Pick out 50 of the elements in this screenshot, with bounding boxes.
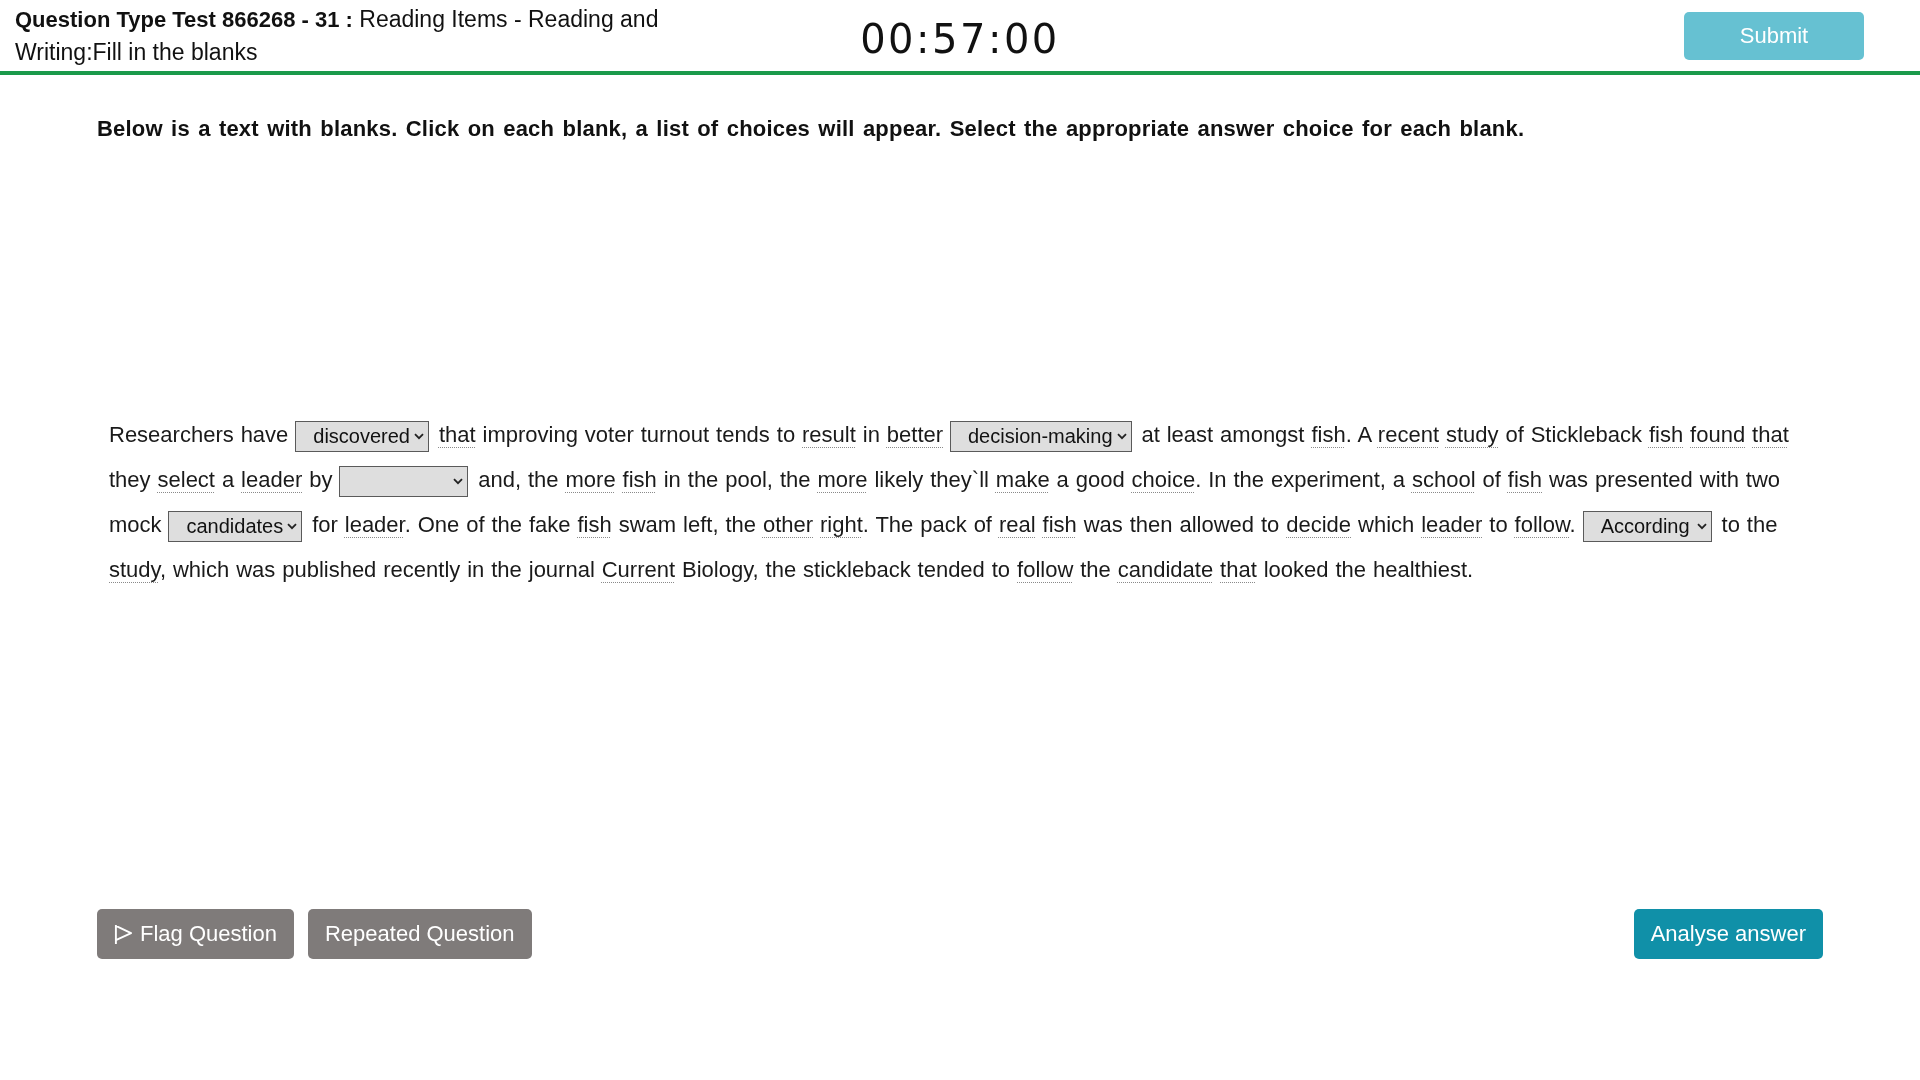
word-link[interactable]: follow — [1514, 512, 1570, 537]
caret-icon — [1696, 522, 1707, 530]
repeated-question-button[interactable]: Repeated Question — [307, 909, 532, 959]
word-link[interactable]: fish — [1311, 422, 1346, 447]
instruction-text: Below is a text with blanks. Click on each blank, a list of choices will appear. Select the appropriate answer choice for each blank. — [97, 115, 1526, 143]
word-link[interactable]: fish — [1042, 512, 1077, 537]
word-link[interactable]: more — [817, 467, 868, 492]
word-link[interactable]: that — [438, 422, 476, 447]
word-link[interactable]: study — [1445, 422, 1499, 447]
word-link[interactable]: candidate — [1117, 557, 1214, 582]
answer-dropdown[interactable]: According — [1582, 510, 1712, 542]
caret-icon — [453, 477, 464, 485]
word-link[interactable]: real — [998, 512, 1036, 537]
word-link[interactable]: select — [157, 467, 215, 492]
answer-dropdown[interactable] — [339, 465, 469, 497]
caret-icon — [414, 432, 424, 440]
word-link[interactable]: leader — [241, 467, 303, 492]
word-link[interactable]: that — [1752, 422, 1789, 447]
flag-question-button[interactable]: Flag Question — [97, 909, 294, 959]
word-link[interactable]: found — [1690, 422, 1746, 447]
word-link[interactable]: more — [565, 467, 616, 492]
passage-text: Researchers have discovered that improving voter turnout tends to result in better decision-making at least amongst fish. A recent study of Stickleback fish found that they select a leader by and, the more fish in the pool, the more likely they`ll make a good choice. In the experiment, a school of fish was presented with two mock candidates for leader. One of the fake fish swam left, the other right. The pack of real fish was then allowed to decide which leader to follow. According to the study, which was published recently in the journal Current Biology, the stickleback tended to follow the candidate that looked the healthiest. — [108, 419, 1790, 584]
answer-dropdown[interactable]: candidates — [168, 510, 303, 542]
word-link[interactable]: leader — [344, 512, 405, 537]
analyse-answer-button[interactable]: Analyse answer — [1633, 909, 1823, 959]
word-link[interactable]: fish — [622, 467, 657, 492]
word-link[interactable]: leader — [1421, 512, 1483, 537]
word-link[interactable]: that — [1220, 557, 1257, 582]
word-link[interactable]: decide — [1286, 512, 1352, 537]
test-title: Question Type Test 866268 - 31 : Reading Items - Reading and Writing:Fill in the blanks — [15, 4, 660, 67]
word-link[interactable]: study — [109, 557, 160, 582]
word-link[interactable]: right — [820, 512, 863, 537]
word-link[interactable]: make — [995, 467, 1050, 492]
word-link[interactable]: choice — [1131, 467, 1196, 492]
word-link[interactable]: fish — [577, 512, 612, 537]
word-link[interactable]: follow — [1017, 557, 1074, 582]
word-link[interactable]: other — [762, 512, 814, 537]
answer-dropdown[interactable]: decision-making — [950, 420, 1132, 452]
answer-dropdown[interactable]: discovered — [295, 420, 429, 452]
countdown-timer: 00:57:00 — [860, 14, 1060, 62]
word-link[interactable]: recent — [1377, 422, 1439, 447]
flag-icon — [114, 923, 133, 945]
word-link[interactable]: fish — [1648, 422, 1684, 447]
word-link[interactable]: school — [1412, 467, 1476, 492]
word-link[interactable]: result — [802, 422, 856, 447]
word-link[interactable]: fish — [1507, 467, 1543, 492]
caret-icon — [1116, 432, 1127, 440]
word-link[interactable]: Current — [601, 557, 676, 582]
word-link[interactable]: better — [886, 422, 944, 447]
caret-icon — [287, 522, 298, 530]
